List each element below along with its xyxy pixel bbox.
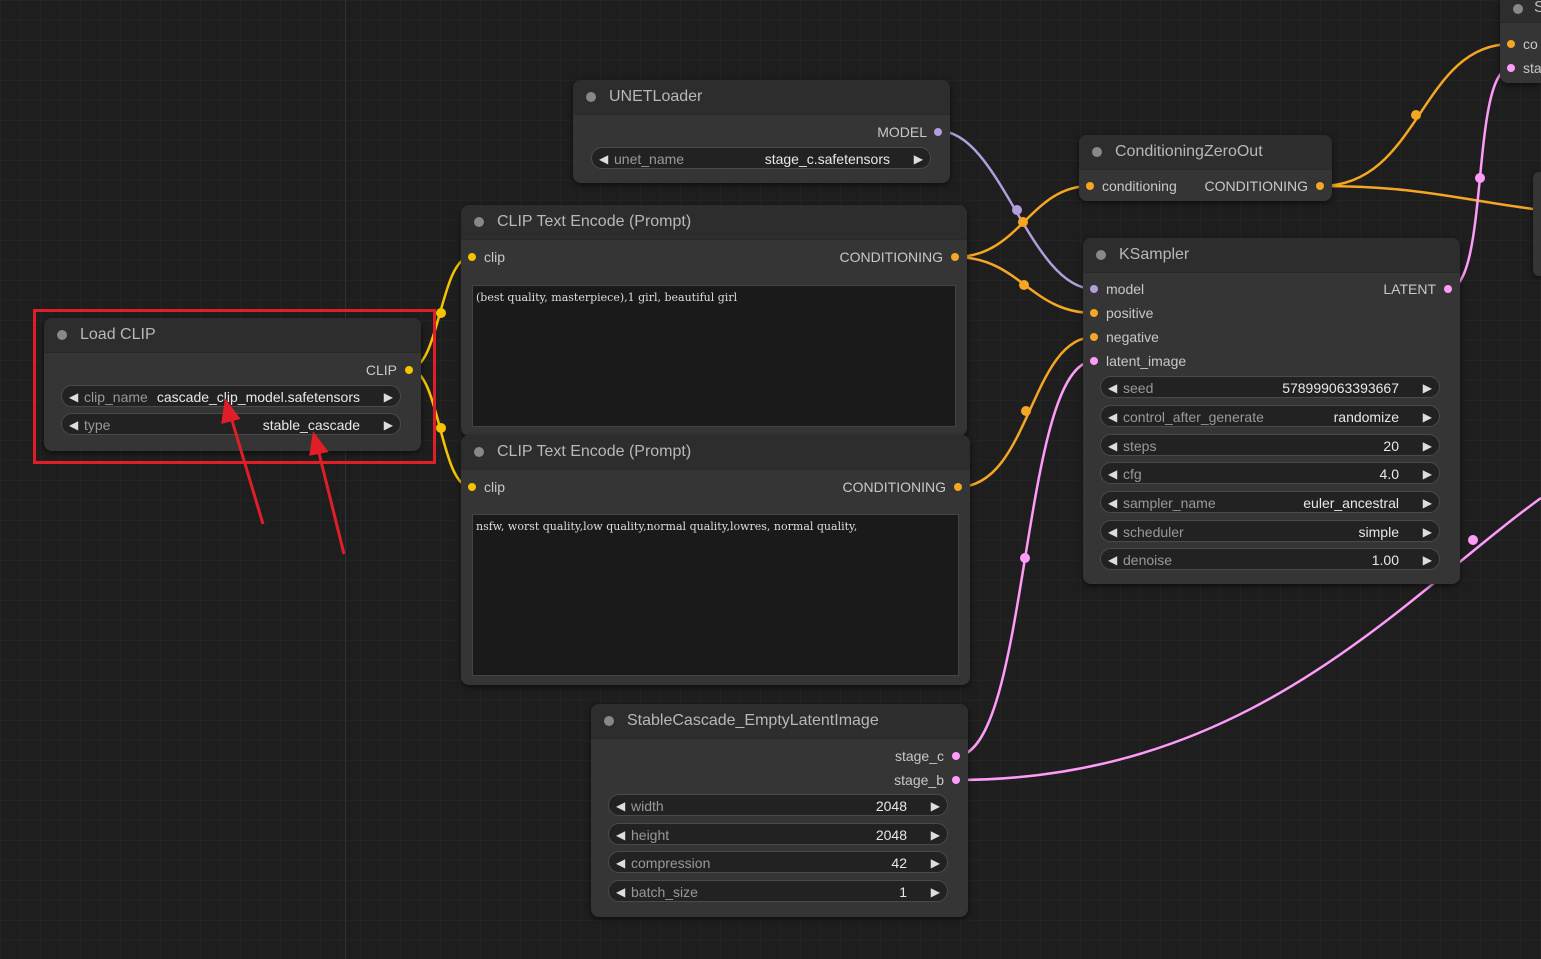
annotation-arrows [221,398,346,555]
annotation-arrow [229,416,265,525]
annotation-arrow [316,448,346,555]
annotation-arrowhead [309,431,329,456]
annotation-arrowhead [221,398,241,425]
